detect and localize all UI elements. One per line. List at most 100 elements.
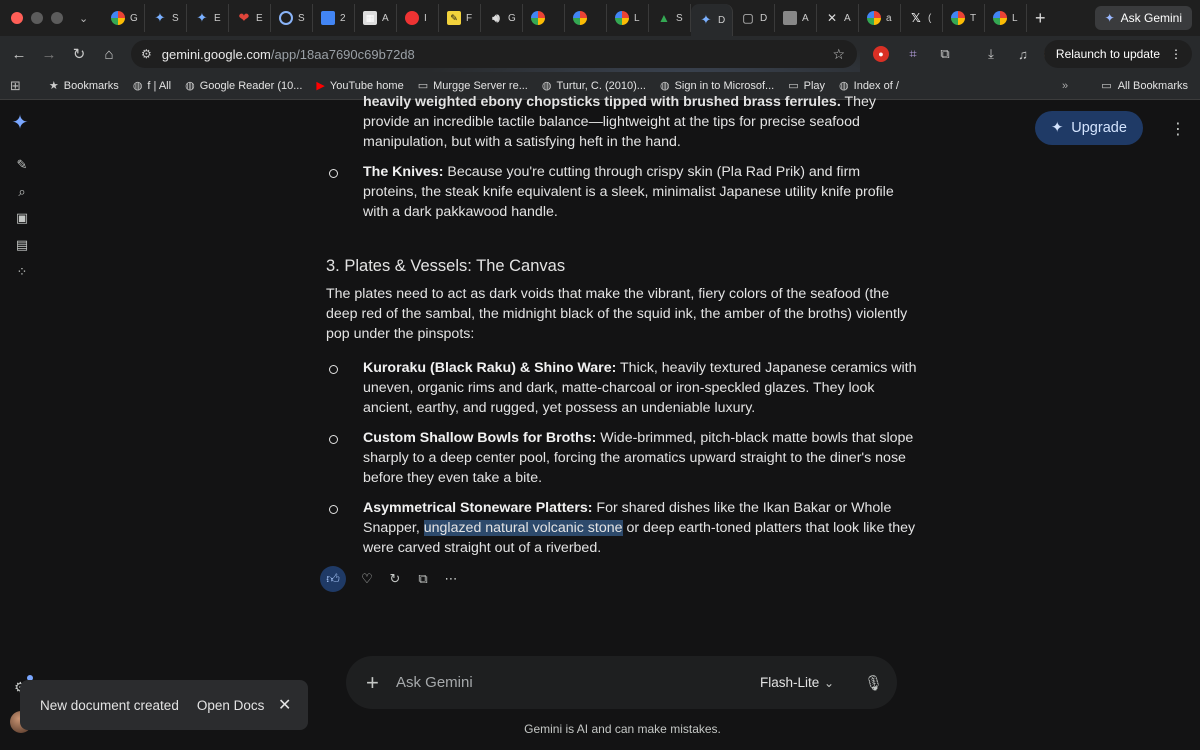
upgrade-button[interactable]: ✦ Upgrade bbox=[1035, 111, 1143, 145]
tab-label: a bbox=[886, 12, 892, 24]
browser-tab[interactable]: ✦ S bbox=[145, 4, 187, 32]
apps-grid-icon[interactable]: ⊞ bbox=[10, 78, 21, 94]
library-icon[interactable]: ▤ bbox=[14, 237, 30, 253]
google-icon bbox=[993, 11, 1007, 25]
address-bar[interactable]: ⚙ gemini.google.com/app/18aa7690c69b72d8… bbox=[131, 40, 857, 68]
browser-tab[interactable]: ✦ D bbox=[691, 4, 733, 36]
forward-arrow-icon[interactable]: → bbox=[34, 46, 64, 63]
browser-tab[interactable]: I bbox=[397, 4, 439, 32]
gemini-spark-icon: ✦ bbox=[1104, 11, 1115, 25]
bookmark-item[interactable]: ◍ Google Reader (10... bbox=[185, 79, 302, 93]
tab-label: F bbox=[466, 12, 473, 24]
browser-tab[interactable]: a bbox=[859, 4, 901, 32]
close-icon: ✕ bbox=[826, 11, 838, 25]
list-item: Kuroraku (Black Raku) & Shino Ware: Thic… bbox=[326, 358, 918, 418]
browser-tab[interactable]: L bbox=[985, 4, 1027, 32]
window-minimize-button[interactable] bbox=[31, 12, 43, 24]
browser-tab[interactable]: ▢ D bbox=[733, 4, 775, 32]
ask-gemini-button[interactable]: ✦ Ask Gemini bbox=[1094, 6, 1192, 30]
window-close-button[interactable] bbox=[11, 12, 23, 24]
browser-tab[interactable]: ✎ F bbox=[439, 4, 481, 32]
bookmark-item[interactable]: ★ Bookmarks bbox=[48, 79, 119, 93]
bookmark-item[interactable]: ▶ YouTube home bbox=[316, 79, 403, 93]
tab-label: S bbox=[172, 12, 179, 24]
gemini-icon: ✦ bbox=[196, 10, 208, 25]
browser-tab[interactable]: T bbox=[943, 4, 985, 32]
globe-icon: ◍ bbox=[659, 80, 670, 92]
bookmark-item[interactable]: ◍ Index of / bbox=[839, 79, 899, 93]
open-docs-button[interactable]: Open Docs bbox=[189, 692, 273, 719]
audio-icon: 🔊︎ bbox=[492, 10, 500, 25]
bookmark-item[interactable]: ◍ Sign in to Microsof... bbox=[659, 79, 774, 93]
bookmark-item[interactable]: ◍ Turtur, C. (2010)... bbox=[542, 79, 646, 93]
thumbs-down-icon[interactable]: ♡ bbox=[356, 568, 378, 590]
bookmark-item[interactable]: ▭ Murgge Server re... bbox=[417, 79, 528, 93]
browser-tab[interactable]: G bbox=[103, 4, 145, 32]
all-bookmarks-button[interactable]: ▭ All Bookmarks bbox=[1101, 79, 1188, 93]
url-host: gemini.google.com bbox=[161, 46, 271, 62]
reload-icon[interactable]: ↻ bbox=[64, 45, 94, 63]
knives-text: Because you're cutting through crispy sk… bbox=[363, 164, 894, 220]
browser-tab[interactable]: 🔊︎ G bbox=[481, 4, 523, 32]
browser-tab[interactable]: 2 bbox=[313, 4, 355, 32]
browser-tab[interactable] bbox=[565, 4, 607, 32]
browser-tab[interactable]: ▦ A bbox=[355, 4, 397, 32]
google-icon bbox=[615, 11, 629, 25]
gallery-icon[interactable]: ▣ bbox=[14, 210, 30, 226]
home-icon[interactable]: ⌂ bbox=[94, 46, 124, 63]
browser-tab[interactable] bbox=[523, 4, 565, 32]
browser-menu-kebab-icon[interactable]: ⋮ bbox=[1170, 47, 1182, 61]
browser-tab[interactable]: ✕ A bbox=[817, 4, 859, 32]
download-icon[interactable]: ⤓ bbox=[980, 43, 1002, 65]
site-info-icon[interactable]: ⚙ bbox=[141, 47, 152, 61]
media-control-icon[interactable]: ♫ bbox=[1012, 43, 1034, 65]
response-content: heavily weighted ebony chopsticks tipped… bbox=[326, 94, 918, 568]
thumbs-up-icon[interactable]: 👍︎ bbox=[320, 566, 346, 592]
selected-text-highlight[interactable]: unglazed natural volcanic stone bbox=[423, 520, 623, 536]
bookmark-item[interactable]: ▭ Play bbox=[788, 79, 825, 93]
prompt-input[interactable] bbox=[396, 674, 726, 691]
search-icon[interactable]: ⌕ bbox=[14, 184, 30, 200]
browser-tab[interactable]: L bbox=[607, 4, 649, 32]
browser-tab[interactable]: 𝕏( bbox=[901, 4, 943, 32]
folder-icon: ▭ bbox=[417, 80, 429, 92]
tab-label: 2 bbox=[340, 12, 346, 24]
bookmark-item[interactable]: ◍ f | All bbox=[133, 79, 172, 93]
model-selector[interactable]: Flash-Lite bbox=[760, 675, 819, 690]
bookmark-label: f | All bbox=[147, 79, 172, 92]
globe-icon: ◍ bbox=[185, 80, 195, 92]
bookmarks-overflow-button[interactable]: » bbox=[1062, 80, 1068, 92]
new-tab-plus-icon[interactable]: + bbox=[1035, 8, 1046, 29]
chevron-down-icon[interactable]: ⌄ bbox=[824, 676, 834, 690]
ask-gemini-label: Ask Gemini bbox=[1120, 11, 1182, 25]
copy-icon[interactable]: ⧉ bbox=[412, 568, 434, 590]
tab-search-chevron-icon[interactable]: ⌄ bbox=[79, 12, 97, 25]
close-icon[interactable]: ✕ bbox=[278, 695, 291, 715]
knives-bold-text: The Knives: bbox=[363, 164, 444, 180]
add-attachment-plus-icon[interactable]: + bbox=[366, 670, 386, 696]
relaunch-button[interactable]: Relaunch to update ⋮ bbox=[1043, 40, 1192, 68]
gemini-logo-icon[interactable]: ✦ bbox=[12, 112, 29, 134]
new-chat-pencil-icon[interactable]: ✎ bbox=[14, 157, 30, 173]
bookmark-star-icon[interactable]: ☆ bbox=[832, 46, 845, 63]
more-actions-icon[interactable]: ⋯ bbox=[440, 568, 462, 590]
more-options-kebab-icon[interactable]: ⋮ bbox=[1170, 119, 1186, 139]
browser-tab[interactable]: A bbox=[775, 4, 817, 32]
gemini-icon: ✦ bbox=[154, 10, 166, 25]
browser-tab[interactable]: ▲ S bbox=[649, 4, 691, 32]
extension-red-icon[interactable]: ● bbox=[870, 43, 892, 65]
microphone-icon[interactable]: 🎙︎ bbox=[864, 674, 883, 692]
tab-label: S bbox=[676, 12, 683, 24]
extension-scan-icon[interactable]: ⌗ bbox=[902, 43, 924, 65]
extensions-puzzle-icon[interactable]: ⧉ bbox=[934, 43, 956, 65]
tab-label: G bbox=[130, 12, 138, 24]
browser-tab[interactable]: ✦ E bbox=[187, 4, 229, 32]
gems-grid-icon[interactable]: ⁘ bbox=[14, 264, 30, 280]
browser-tab[interactable]: ❤ E bbox=[229, 4, 271, 32]
window-maximize-button[interactable] bbox=[51, 12, 63, 24]
browser-tab[interactable]: S bbox=[271, 4, 313, 32]
star-icon: ★ bbox=[48, 80, 59, 92]
regenerate-icon[interactable]: ↻ bbox=[384, 568, 406, 590]
back-arrow-icon[interactable]: ← bbox=[4, 46, 34, 63]
upgrade-label: Upgrade bbox=[1071, 120, 1127, 136]
